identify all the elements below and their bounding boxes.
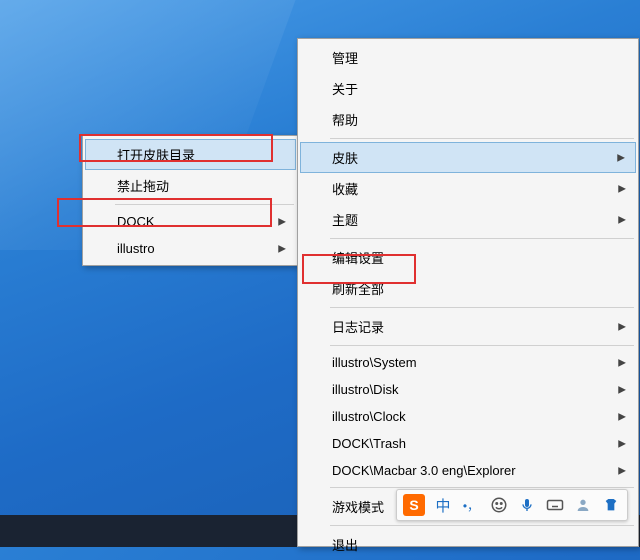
chevron-right-icon: ▶ [618,321,626,332]
menu-item-label: 关于 [332,79,358,98]
chevron-right-icon: ▶ [618,183,626,194]
chevron-right-icon: ▶ [618,411,626,422]
menu-logging[interactable]: 日志记录 ▶ [300,311,636,342]
menu-separator [330,487,634,488]
menu-about[interactable]: 关于 [300,73,636,104]
menu-item-label: 禁止拖动 [117,176,169,195]
microphone-icon[interactable] [517,495,537,515]
chevron-right-icon: ▶ [278,243,286,254]
ime-toolbar[interactable]: S 中 •， [396,489,628,521]
menu-dock-trash[interactable]: DOCK\Trash ▶ [300,430,636,457]
menu-item-label: 日志记录 [332,317,384,336]
chevron-right-icon: ▶ [618,357,626,368]
submenu-dock[interactable]: DOCK ▶ [85,208,296,235]
keyboard-icon[interactable] [545,495,565,515]
chevron-right-icon: ▶ [618,465,626,476]
menu-item-label: DOCK [117,214,155,229]
chevron-right-icon: ▶ [278,216,286,227]
menu-item-label: 退出 [332,535,358,554]
skin-submenu: 打开皮肤目录 禁止拖动 DOCK ▶ illustro ▶ [82,135,299,266]
menu-illustro-disk[interactable]: illustro\Disk ▶ [300,376,636,403]
menu-item-label: 主题 [332,210,358,229]
emoji-icon[interactable] [489,495,509,515]
menu-item-label: illustro\Clock [332,409,406,424]
menu-separator [330,525,634,526]
menu-refresh-all[interactable]: 刷新全部 [300,273,636,304]
chevron-right-icon: ▶ [617,152,625,163]
menu-edit-settings[interactable]: 编辑设置 [300,242,636,273]
menu-item-label: illustro [117,241,155,256]
menu-separator [330,307,634,308]
menu-item-label: DOCK\Trash [332,436,406,451]
menu-separator [115,204,294,205]
menu-exit[interactable]: 退出 [300,529,636,560]
submenu-illustro[interactable]: illustro ▶ [85,235,296,262]
menu-item-label: 收藏 [332,179,358,198]
menu-item-label: 游戏模式 [332,497,384,516]
chevron-right-icon: ▶ [618,214,626,225]
menu-themes[interactable]: 主题 ▶ [300,204,636,235]
context-menu: 管理 关于 帮助 皮肤 ▶ 收藏 ▶ 主题 ▶ 编辑设置 刷新全部 日志记录 ▶ ill… [297,38,639,547]
chevron-right-icon: ▶ [618,438,626,449]
skin-icon[interactable] [601,495,621,515]
menu-separator [330,238,634,239]
chevron-right-icon: ▶ [618,384,626,395]
menu-illustro-clock[interactable]: illustro\Clock ▶ [300,403,636,430]
menu-item-label: illustro\Disk [332,382,398,397]
menu-separator [330,345,634,346]
menu-help[interactable]: 帮助 [300,104,636,135]
menu-illustro-system[interactable]: illustro\System ▶ [300,349,636,376]
menu-item-label: 皮肤 [332,148,358,167]
menu-separator [330,138,634,139]
ime-lang-indicator[interactable]: 中 [433,495,453,515]
menu-item-label: 帮助 [332,110,358,129]
user-icon[interactable] [573,495,593,515]
menu-item-label: illustro\System [332,355,417,370]
menu-item-label: 编辑设置 [332,248,384,267]
menu-manage[interactable]: 管理 [300,42,636,73]
menu-dock-macbar-explorer[interactable]: DOCK\Macbar 3.0 eng\Explorer ▶ [300,457,636,484]
menu-skin[interactable]: 皮肤 ▶ [300,142,636,173]
menu-item-label: 管理 [332,48,358,67]
ime-punct-indicator[interactable]: •， [461,495,481,515]
menu-item-label: DOCK\Macbar 3.0 eng\Explorer [332,463,516,478]
menu-item-label: 刷新全部 [332,279,384,298]
submenu-disable-drag[interactable]: 禁止拖动 [85,170,296,201]
menu-favorites[interactable]: 收藏 ▶ [300,173,636,204]
sogou-logo-icon[interactable]: S [403,494,425,516]
menu-item-label: 打开皮肤目录 [117,145,195,164]
submenu-open-skin-dir[interactable]: 打开皮肤目录 [85,139,296,170]
